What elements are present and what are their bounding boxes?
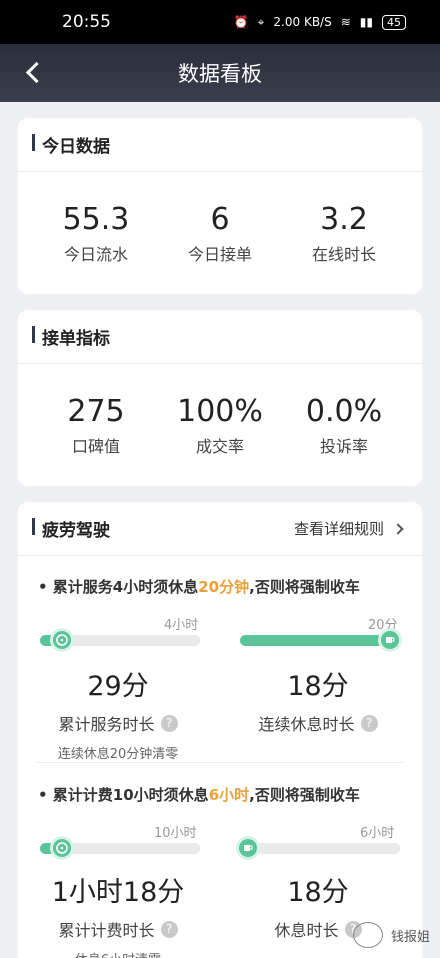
billing-cap-label: 10小时 — [154, 826, 197, 841]
location-icon: ⌖ — [257, 14, 265, 29]
rest-progress-fill — [240, 635, 384, 646]
fatigue-header: 疲劳驾驶 查看详细规则 — [18, 502, 422, 556]
today-data-title: 今日数据 — [32, 132, 110, 157]
today-stats: 55.3 今日流水 6 今日接单 3.2 在线时长 — [18, 202, 422, 265]
billing-duration-metric: 1小时18分 累计计费时长? 休息6小时清零 — [51, 877, 185, 958]
coffee-cup-icon — [378, 628, 402, 652]
section-divider — [36, 762, 404, 763]
stat-revenue: 55.3 今日流水 — [62, 202, 130, 264]
wechat-icon — [352, 922, 383, 948]
stat-deal-rate: 100% 成交率 — [177, 394, 263, 456]
stat-reputation: 275 口碑值 — [67, 394, 125, 456]
status-time: 20:55 — [62, 12, 111, 32]
order-metrics-header: 接单指标 — [18, 310, 422, 364]
alarm-icon: ⏰ — [233, 15, 249, 29]
fatigue-title: 疲劳驾驶 — [32, 516, 110, 541]
service-cap-label: 4小时 — [164, 618, 199, 633]
wifi-icon: ≋ — [340, 15, 351, 29]
steering-wheel-icon — [50, 836, 74, 860]
signal-icon: ▮▮ — [359, 15, 373, 29]
rule-service-hours: • 累计服务4小时须休息20分钟,否则将强制收车 — [38, 578, 360, 596]
stat-orders: 6 今日接单 — [187, 202, 252, 264]
stat-complaint-rate: 0.0% 投诉率 — [305, 394, 383, 456]
today-data-card: 今日数据 55.3 今日流水 6 今日接单 3.2 在线时长 — [18, 118, 422, 294]
view-rules-link[interactable]: 查看详细规则 — [294, 518, 404, 539]
status-bar: 20:55 ⏰ ⌖ 2.00 KB/S ≋ ▮▮ 45 — [0, 0, 440, 44]
fatigue-card: 疲劳驾驶 查看详细规则 • 累计服务4小时须休息20分钟,否则将强制收车 4小时… — [18, 502, 422, 958]
status-icons: ⏰ ⌖ 2.00 KB/S ≋ ▮▮ 45 — [233, 14, 406, 30]
help-icon[interactable]: ? — [360, 714, 378, 732]
today-data-header: 今日数据 — [18, 118, 422, 172]
rule-billing-hours: • 累计计费10小时须休息6小时,否则将强制收车 — [38, 786, 360, 804]
stat-online-hours: 3.2 在线时长 — [311, 202, 376, 264]
top-bar: 数据看板 — [0, 44, 440, 102]
battery-icon: 45 — [382, 14, 406, 30]
order-stats: 275 口碑值 100% 成交率 0.0% 投诉率 — [18, 394, 422, 457]
help-icon[interactable]: ? — [160, 714, 178, 732]
watermark: 钱报姐 — [352, 922, 430, 948]
rest-total-cap-label: 6小时 — [360, 826, 395, 841]
order-metrics-title: 接单指标 — [32, 324, 110, 349]
help-icon[interactable]: ? — [160, 920, 178, 938]
coffee-cup-icon — [236, 836, 260, 860]
steering-wheel-icon — [50, 628, 74, 652]
rest-total-progress-bar — [240, 843, 400, 854]
continuous-rest-metric: 18分 连续休息时长? — [218, 664, 418, 735]
page-title: 数据看板 — [178, 62, 262, 86]
service-duration-metric: 29分 累计服务时长? 连续休息20分钟清零 — [57, 671, 179, 762]
rest-progress-bar — [240, 635, 400, 646]
speed-readout: 2.00 KB/S — [273, 15, 332, 29]
back-arrow-icon[interactable] — [20, 57, 50, 87]
chevron-right-icon — [392, 522, 404, 535]
order-metrics-card: 接单指标 275 口碑值 100% 成交率 0.0% 投诉率 — [18, 310, 422, 486]
